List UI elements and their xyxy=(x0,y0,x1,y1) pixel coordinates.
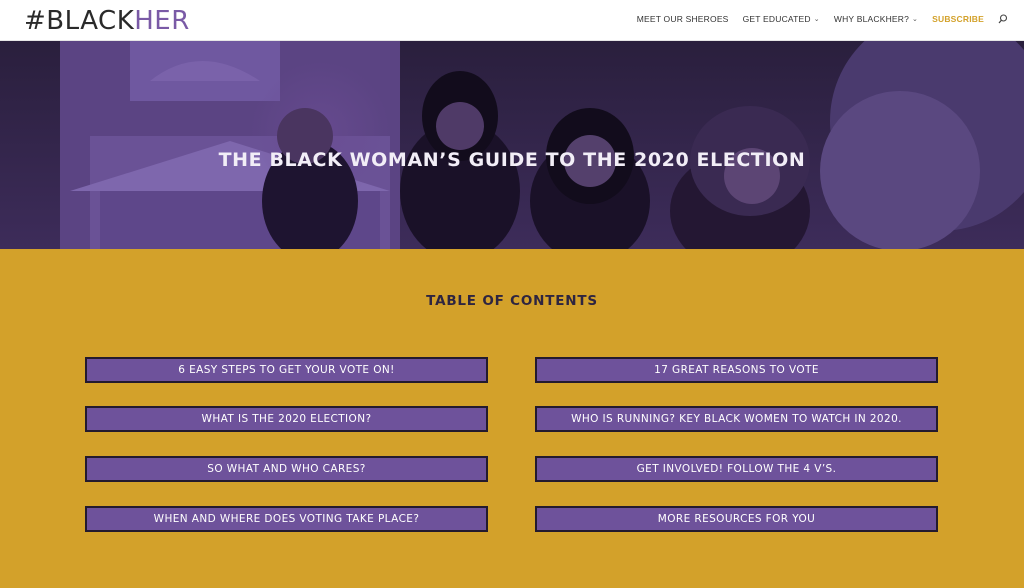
toc-button-more-resources[interactable]: MORE RESOURCES FOR YOU xyxy=(535,506,938,532)
hero-photo xyxy=(0,41,1024,249)
search-icon[interactable] xyxy=(998,14,1008,24)
main-nav: MEET OUR SHEROES GET EDUCATED ⌄ WHY BLACK… xyxy=(637,14,1008,24)
logo-accent: HER xyxy=(134,6,190,36)
hero-banner: THE BLACK WOMAN’S GUIDE TO THE 2020 ELEC… xyxy=(0,41,1024,249)
site-logo[interactable]: #BLACKHER xyxy=(24,6,190,36)
toc-button-6-easy-steps[interactable]: 6 EASY STEPS TO GET YOUR VOTE ON! xyxy=(85,357,488,383)
toc-button-what-is-election[interactable]: WHAT IS THE 2020 ELECTION? xyxy=(85,406,488,432)
toc-button-17-reasons[interactable]: 17 GREAT REASONS TO VOTE xyxy=(535,357,938,383)
nav-item-label: MEET OUR SHEROES xyxy=(636,14,729,24)
nav-item-meet-our-sheroes[interactable]: MEET OUR SHEROES xyxy=(637,14,729,24)
toc-button-so-what[interactable]: SO WHAT AND WHO CARES? xyxy=(85,456,488,482)
nav-item-label: WHY BLACKHER? xyxy=(833,14,910,24)
nav-item-subscribe[interactable]: SUBSCRIBE xyxy=(932,14,984,24)
chevron-down-icon: ⌄ xyxy=(813,16,820,23)
toc-heading: TABLE OF CONTENTS xyxy=(426,293,598,309)
nav-item-why-blackher[interactable]: WHY BLACKHER? ⌄ xyxy=(834,14,918,24)
toc-button-who-is-running[interactable]: WHO IS RUNNING? KEY BLACK WOMEN TO WATCH… xyxy=(535,406,938,432)
chevron-down-icon: ⌄ xyxy=(912,16,919,23)
nav-item-get-educated[interactable]: GET EDUCATED ⌄ xyxy=(743,14,820,24)
page-title: THE BLACK WOMAN’S GUIDE TO THE 2020 ELEC… xyxy=(218,149,806,171)
toc-button-get-involved[interactable]: GET INVOLVED! FOLLOW THE 4 V’S. xyxy=(535,456,938,482)
nav-item-label: GET EDUCATED xyxy=(742,14,811,24)
nav-item-label: SUBSCRIBE xyxy=(932,14,984,24)
site-header: #BLACKHER MEET OUR SHEROES GET EDUCATED ⌄… xyxy=(0,0,1024,41)
toc-button-when-where[interactable]: WHEN AND WHERE DOES VOTING TAKE PLACE? xyxy=(85,506,488,532)
logo-prefix: #BLACK xyxy=(24,6,135,36)
